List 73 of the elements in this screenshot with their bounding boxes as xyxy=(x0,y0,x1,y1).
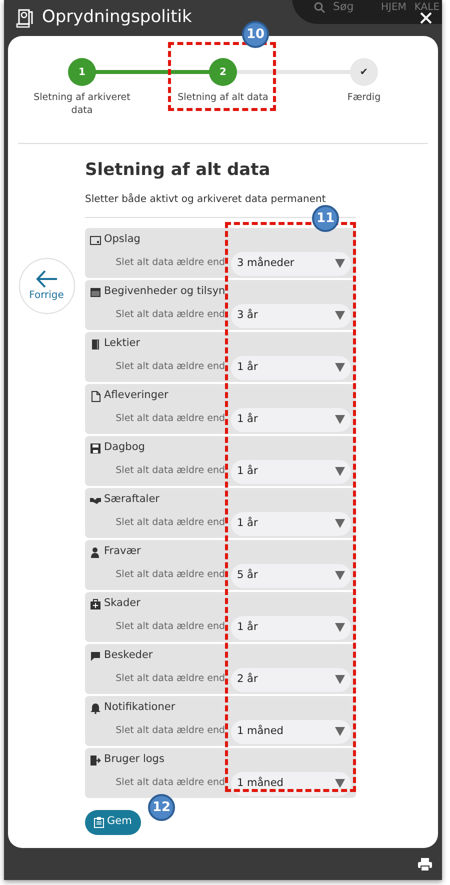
calendar-icon xyxy=(90,286,101,298)
category-name: Afleveringer xyxy=(104,388,168,404)
period-select[interactable]: 1 år xyxy=(231,460,351,484)
category-name: Særaftaler xyxy=(104,492,160,508)
medical-kit-icon xyxy=(90,598,101,610)
policy-icon xyxy=(16,8,34,28)
category-name: Beskeder xyxy=(104,648,153,664)
caret-icon xyxy=(335,415,345,424)
caret-icon xyxy=(335,311,345,320)
bell-icon xyxy=(90,702,101,714)
document-icon xyxy=(90,390,101,402)
field-label: Slet alt data ældre end xyxy=(116,776,225,790)
step-circle[interactable]: ✔ xyxy=(350,58,378,86)
search-icon xyxy=(314,2,325,12)
book-icon xyxy=(90,338,101,350)
caret-icon xyxy=(335,779,345,788)
period-select[interactable]: 3 måneder xyxy=(231,252,351,276)
caret-icon xyxy=(335,623,345,632)
category-name: Notifikationer xyxy=(104,700,176,716)
step-circle[interactable]: 1 xyxy=(68,58,96,86)
field-label: Slet alt data ældre end xyxy=(116,672,225,686)
period-select[interactable]: 3 år xyxy=(231,304,351,328)
window-title: Oprydningspolitik xyxy=(42,6,192,30)
step-label: Færdig xyxy=(347,92,381,105)
person-icon xyxy=(90,546,101,558)
field-label: Slet alt data ældre end xyxy=(116,360,225,374)
period-select[interactable]: 1 år xyxy=(231,512,351,536)
caret-icon xyxy=(335,727,345,736)
search-field[interactable]: Søg xyxy=(333,0,373,16)
section-heading: Sletning af alt data xyxy=(85,159,272,182)
speech-bubble-icon xyxy=(90,650,101,662)
step-label: Sletning af arkiveret data xyxy=(32,92,132,118)
category-name: Skader xyxy=(104,596,140,612)
period-select[interactable]: 1 måned xyxy=(231,720,351,744)
nav-link-text[interactable]: KALE xyxy=(414,0,440,14)
category-name: Dagbog xyxy=(104,440,145,456)
tablet-icon xyxy=(90,234,101,246)
period-select[interactable]: 1 år xyxy=(231,356,351,380)
save-button[interactable]: Gem xyxy=(85,810,141,834)
clipboard-icon xyxy=(94,816,104,828)
caret-icon xyxy=(335,571,345,580)
field-label: Slet alt data ældre end xyxy=(116,308,225,322)
step-label: Sletning af alt data xyxy=(178,92,268,105)
period-select[interactable]: 1 år xyxy=(231,616,351,640)
caret-icon xyxy=(335,519,345,528)
field-label: Slet alt data ældre end xyxy=(116,412,225,426)
category-name: Fravær xyxy=(104,544,141,560)
field-label: Slet alt data ældre end xyxy=(116,620,225,634)
field-label: Slet alt data ældre end xyxy=(116,516,225,530)
field-label: Slet alt data ældre end xyxy=(116,568,225,582)
period-select[interactable]: 1 år xyxy=(231,408,351,432)
caret-icon xyxy=(335,259,345,268)
field-label: Slet alt data ældre end xyxy=(116,256,225,270)
step-circle[interactable]: 2 xyxy=(209,58,237,86)
caret-icon xyxy=(335,675,345,684)
back-button[interactable]: Forrige xyxy=(18,258,74,314)
arrow-left-icon xyxy=(36,270,58,288)
category-name: Bruger logs xyxy=(104,752,164,768)
category-name: Begivenheder og tilsyn xyxy=(104,284,226,300)
period-select[interactable]: 1 måned xyxy=(231,772,351,796)
section-description: Sletter både aktivt og arkiveret data permanent xyxy=(85,192,327,206)
caret-icon xyxy=(335,363,345,372)
category-name: Opslag xyxy=(104,232,140,248)
field-label: Slet alt data ældre end xyxy=(116,724,225,738)
caret-icon xyxy=(335,467,345,476)
logout-icon xyxy=(90,754,101,766)
field-label: Slet alt data ældre end xyxy=(116,464,225,478)
category-name: Lektier xyxy=(104,336,140,352)
printer-icon[interactable] xyxy=(418,858,432,870)
period-select[interactable]: 5 år xyxy=(231,564,351,588)
close-icon[interactable] xyxy=(420,12,432,24)
period-select[interactable]: 2 år xyxy=(231,668,351,692)
nav-link-text[interactable]: HJEM xyxy=(381,0,406,14)
